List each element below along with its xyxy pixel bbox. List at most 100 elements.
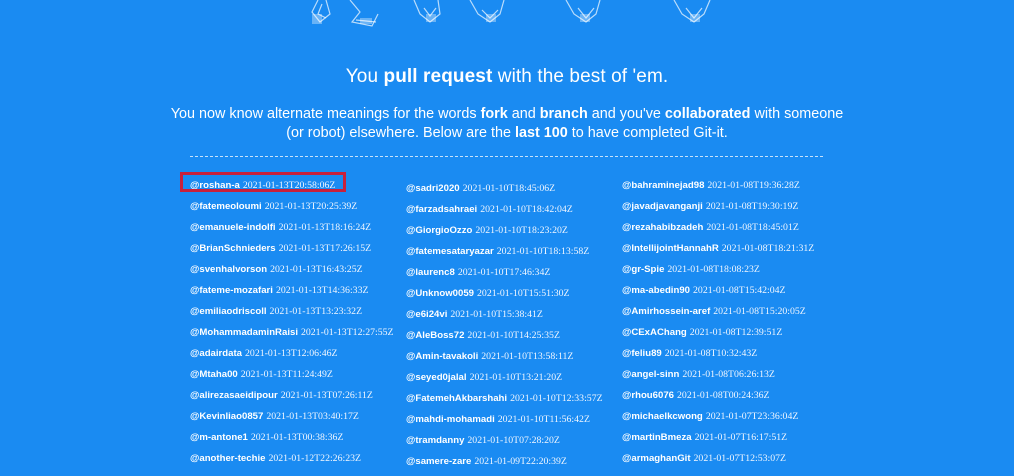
intro-bold-collaborated: collaborated (664, 106, 751, 122)
user-link[interactable]: @samere-zare (406, 456, 471, 467)
list-item: @angel-sinn 2021-01-08T06:26:13Z (622, 368, 842, 389)
user-link[interactable]: @armaghanGit (622, 453, 691, 464)
completion-timestamp: 2021-01-13T18:16:24Z (278, 222, 372, 233)
user-link[interactable]: @Unknow0059 (406, 288, 474, 299)
completion-timestamp: 2021-01-13T14:36:33Z (275, 285, 369, 296)
user-link[interactable]: @angel-sinn (622, 369, 679, 380)
completion-timestamp: 2021-01-13T17:26:15Z (278, 243, 372, 254)
list-item: @martinBmeza 2021-01-07T16:17:51Z (622, 431, 842, 452)
completion-timestamp: 2021-01-13T12:06:46Z (245, 348, 338, 359)
user-link[interactable]: @e6i24vi (406, 309, 447, 320)
user-link[interactable]: @BrianSchnieders (190, 243, 276, 254)
completion-timestamp: 2021-01-13T11:24:49Z (240, 369, 333, 380)
list-item: @mahdi-mohamadi 2021-01-10T11:56:42Z (406, 413, 626, 434)
user-link[interactable]: @Amirhossein-aref (622, 306, 710, 317)
completion-timestamp: 2021-01-08T06:26:13Z (682, 369, 775, 380)
completion-timestamp: 2021-01-13T00:38:36Z (250, 432, 344, 443)
user-link[interactable]: @fateme-mozafari (190, 285, 273, 296)
list-item: @bahraminejad98 2021-01-08T19:36:28Z (622, 179, 842, 200)
completion-timestamp: 2021-01-13T20:58:06Z (242, 180, 336, 191)
list-item: @michaelkcwong 2021-01-07T23:36:04Z (622, 410, 842, 431)
user-link[interactable]: @gr-Spie (622, 264, 664, 275)
list-item: @emiliaodriscoll 2021-01-13T13:23:32Z (190, 305, 410, 326)
user-link[interactable]: @AleBoss72 (406, 330, 464, 341)
user-link[interactable]: @Amin-tavakoli (406, 351, 478, 362)
list-item: @samere-zare 2021-01-09T22:20:39Z (406, 455, 626, 476)
user-link[interactable]: @farzadsahraei (406, 204, 477, 215)
completion-timestamp: 2021-01-13T13:23:32Z (269, 306, 363, 317)
user-link[interactable]: @seyed0jalal (406, 372, 467, 383)
list-item: @adairdata 2021-01-13T12:06:46Z (190, 347, 410, 368)
list-item: @emanuele-indolfi 2021-01-13T18:16:24Z (190, 221, 410, 242)
user-link[interactable]: @michaelkcwong (622, 411, 703, 422)
list-item: @farzadsahraei 2021-01-10T18:42:04Z (406, 203, 626, 224)
user-link[interactable]: @mahdi-mohamadi (406, 414, 495, 425)
user-link[interactable]: @sadri2020 (406, 183, 460, 194)
list-item: @Unknow0059 2021-01-10T15:51:30Z (406, 287, 626, 308)
dashed-divider (190, 156, 823, 157)
user-link[interactable]: @Kevinliao0857 (190, 411, 263, 422)
list-item: @armaghanGit 2021-01-07T12:53:07Z (622, 452, 842, 473)
completion-timestamp: 2021-01-10T15:51:30Z (477, 288, 570, 299)
user-link[interactable]: @roshan-a (190, 180, 240, 191)
user-link[interactable]: @martinBmeza (622, 432, 692, 443)
user-link[interactable]: @Mtaha00 (190, 369, 238, 380)
list-item: @AleBoss72 2021-01-10T14:25:35Z (406, 329, 626, 350)
user-link[interactable]: @CExAChang (622, 327, 687, 338)
completion-timestamp: 2021-01-13T16:43:25Z (270, 264, 363, 275)
list-item: @svenhalvorson 2021-01-13T16:43:25Z (190, 263, 410, 284)
user-link[interactable]: @rhou6076 (622, 390, 674, 401)
user-link[interactable]: @MohammadaminRaisi (190, 327, 298, 338)
list-item: @Kevinliao0857 2021-01-13T03:40:17Z (190, 410, 410, 431)
list-item: @javadjavanganji 2021-01-08T19:30:19Z (622, 200, 842, 221)
headline-prefix: You (345, 66, 384, 87)
list-item: @laurenc8 2021-01-10T17:46:34Z (406, 266, 626, 287)
headline-bold: pull request (383, 66, 493, 87)
list-item: @sadri2020 2021-01-10T18:45:06Z (406, 182, 626, 203)
intro-bold-fork: fork (480, 106, 508, 122)
user-link[interactable]: @javadjavanganji (622, 201, 703, 212)
user-link[interactable]: @feliu89 (622, 348, 662, 359)
user-link[interactable]: @emanuele-indolfi (190, 222, 276, 233)
user-link[interactable]: @laurenc8 (406, 267, 455, 278)
list-item: @roshan-a 2021-01-13T20:58:06Z (180, 172, 410, 200)
user-link[interactable]: @FatemehAkbarshahi (406, 393, 507, 404)
list-item: @seyed0jalal 2021-01-10T13:21:20Z (406, 371, 626, 392)
user-link[interactable]: @emiliaodriscoll (190, 306, 267, 317)
user-link[interactable]: @tramdanny (406, 435, 464, 446)
user-link[interactable]: @rezahabibzadeh (622, 222, 703, 233)
completers-column-2: @sadri2020 2021-01-10T18:45:06Z @farzadsah… (406, 182, 626, 476)
user-link[interactable]: @IntellijointHannahR (622, 243, 719, 254)
user-link[interactable]: @GiorgioOzzo (406, 225, 472, 236)
intro-bold-last-100: last 100 (514, 125, 568, 141)
list-item: @rezahabibzadeh 2021-01-08T18:45:01Z (622, 221, 842, 242)
completion-timestamp: 2021-01-08T12:39:51Z (689, 327, 783, 338)
user-link[interactable]: @svenhalvorson (190, 264, 267, 275)
completion-timestamp: 2021-01-10T12:33:57Z (510, 393, 603, 404)
user-link[interactable]: @bahraminejad98 (622, 180, 704, 191)
completion-timestamp: 2021-01-10T18:13:58Z (496, 246, 590, 257)
list-item: @m-antone1 2021-01-13T00:38:36Z (190, 431, 410, 452)
list-item: @fatemeoloumi 2021-01-13T20:25:39Z (190, 200, 410, 221)
user-link[interactable]: @m-antone1 (190, 432, 248, 443)
user-link[interactable]: @ma-abedin90 (622, 285, 690, 296)
completion-timestamp: 2021-01-10T11:56:42Z (497, 414, 590, 425)
completion-timestamp: 2021-01-10T18:42:04Z (480, 204, 573, 215)
completion-timestamp: 2021-01-08T10:32:43Z (664, 348, 758, 359)
list-item: @tramdanny 2021-01-10T07:28:20Z (406, 434, 626, 455)
completion-timestamp: 2021-01-12T22:26:23Z (268, 453, 361, 464)
completion-timestamp: 2021-01-10T13:58:11Z (481, 351, 574, 362)
user-link[interactable]: @alirezasaeidipour (190, 390, 278, 401)
completion-timestamp: 2021-01-10T18:45:06Z (462, 183, 556, 194)
user-link[interactable]: @another-techie (190, 453, 265, 464)
user-link[interactable]: @fatemeoloumi (190, 201, 262, 212)
user-link[interactable]: @adairdata (190, 348, 242, 359)
user-link[interactable]: @fatemesataryazar (406, 246, 494, 257)
completion-timestamp: 2021-01-08T18:21:31Z (721, 243, 815, 254)
list-item: @Mtaha00 2021-01-13T11:24:49Z (190, 368, 410, 389)
intro-bold-branch: branch (539, 106, 588, 122)
completion-timestamp: 2021-01-08T19:30:19Z (705, 201, 799, 212)
intro-text-1: You now know alternate meanings for the … (170, 106, 481, 122)
list-item: @CExAChang 2021-01-08T12:39:51Z (622, 326, 842, 347)
completion-timestamp: 2021-01-08T18:45:01Z (706, 222, 799, 233)
